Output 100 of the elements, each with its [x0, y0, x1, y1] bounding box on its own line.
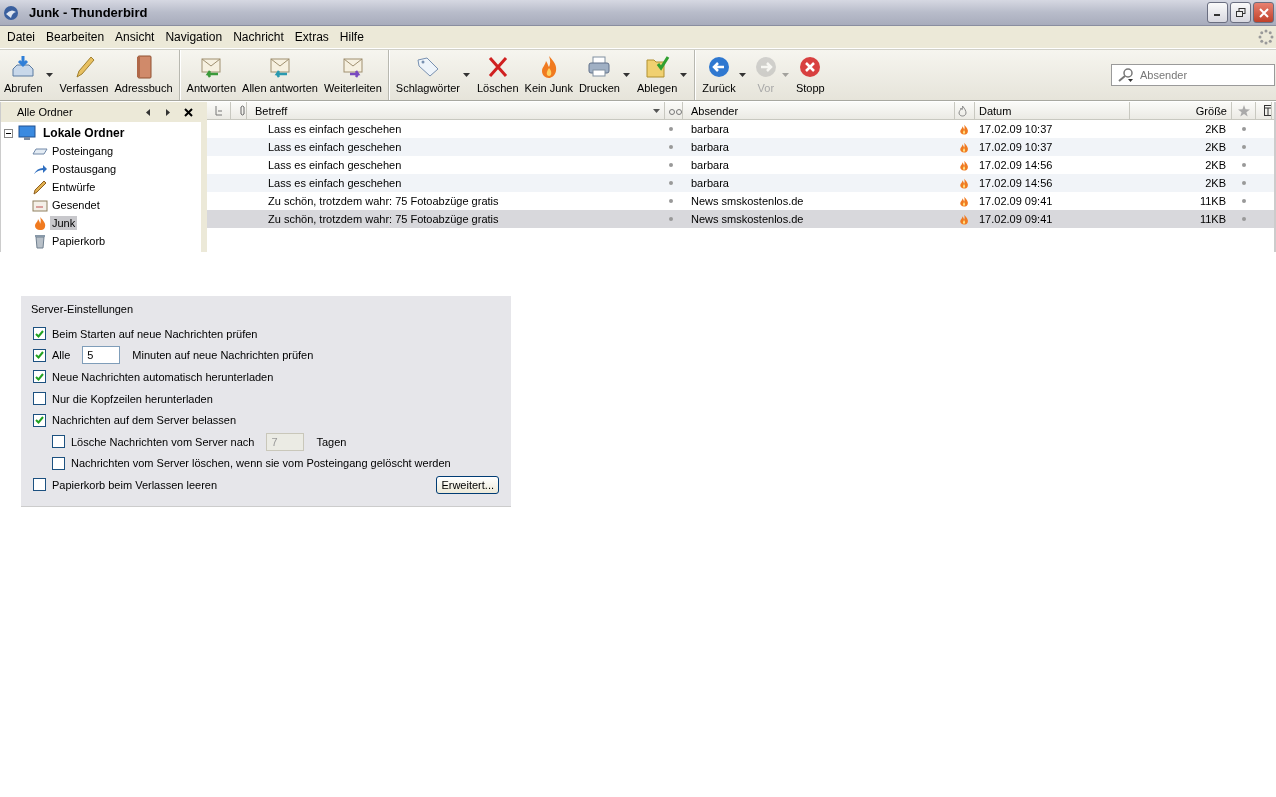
dropdown-arrow-icon[interactable] [622, 73, 630, 77]
star-dot-icon[interactable] [1242, 163, 1246, 167]
checkbox[interactable] [33, 348, 46, 362]
checkbox-label: Beim Starten auf neue Nachrichten prüfen [52, 327, 258, 340]
folder-item[interactable]: Entwürfe [50, 180, 98, 194]
restore-button[interactable] [1230, 2, 1251, 23]
sender-cell: News smskostenlos.de [691, 213, 804, 225]
folder-item[interactable]: Postausgang [50, 162, 119, 176]
read-dot-icon[interactable] [669, 217, 673, 221]
checkbox[interactable] [33, 413, 46, 427]
column-header[interactable]: Betreff [255, 104, 288, 117]
group-title: Server-Einstellungen [29, 303, 136, 315]
collapse-icon[interactable] [4, 128, 13, 138]
printer-icon [586, 55, 613, 79]
column-header[interactable]: Absender [691, 104, 739, 117]
sort-arrow-icon[interactable] [653, 108, 660, 113]
folder-item[interactable]: Posteingang [50, 144, 116, 158]
subject-cell: Zu schön, trotzdem wahr: 75 Fotoabzüge gratis [268, 195, 499, 207]
paperclip-icon[interactable] [239, 105, 246, 116]
toolbar-button[interactable]: Löschen [474, 50, 522, 100]
close-button[interactable] [1253, 2, 1274, 23]
sender-cell: barbara [691, 177, 729, 189]
read-dot-icon[interactable] [669, 181, 673, 185]
column-header[interactable]: Größe [1195, 104, 1227, 117]
toolbar-button[interactable]: Ablegen [633, 50, 681, 100]
dropdown-arrow-icon[interactable] [680, 73, 688, 77]
toolbar-button[interactable]: Antworten [183, 50, 240, 100]
toolbar-button[interactable]: Stopp [792, 50, 828, 100]
date-cell: 17.02.09 09:41 [979, 213, 1053, 225]
flame-icon[interactable] [958, 104, 967, 117]
menu-item[interactable]: Hilfe [335, 30, 371, 44]
minimize-button[interactable] [1207, 2, 1228, 23]
close-icon [1258, 7, 1269, 18]
date-cell: 17.02.09 14:56 [979, 159, 1053, 171]
checkbox-label: Neue Nachrichten automatisch herunterladen [52, 371, 274, 383]
sender-cell: barbara [691, 123, 729, 135]
dropdown-arrow-icon[interactable] [738, 73, 746, 77]
checkbox[interactable] [33, 327, 46, 341]
size-cell: 11KB [1199, 195, 1226, 207]
star-dot-icon[interactable] [1242, 199, 1246, 203]
menu-item[interactable]: Navigation [161, 30, 230, 44]
menu-item[interactable]: Ansicht [111, 30, 162, 44]
toolbar-button[interactable]: Weiterleiten [320, 50, 385, 100]
star-dot-icon[interactable] [1242, 217, 1246, 221]
message-row[interactable]: Lass es einfach geschehen barbara 17.02.09 10:37 2KB [207, 138, 1274, 156]
computer-icon [18, 125, 36, 141]
toolbar-button[interactable]: Adressbuch [111, 50, 176, 100]
checkbox[interactable] [33, 392, 46, 406]
subject-cell: Zu schön, trotzdem wahr: 75 Fotoabzüge gratis [268, 213, 499, 225]
menu-item[interactable]: Nachricht [229, 30, 291, 44]
thread-icon[interactable] [215, 105, 223, 116]
menu-item[interactable]: Bearbeiten [42, 30, 112, 44]
column-header[interactable]: Datum [979, 104, 1012, 117]
checkbox[interactable] [33, 478, 46, 492]
star-dot-icon[interactable] [1242, 181, 1246, 185]
toolbar-button[interactable]: Abrufen [1, 50, 46, 100]
glasses-icon[interactable] [669, 106, 682, 115]
number-field[interactable]: 5 [82, 346, 121, 365]
arrow-right-icon[interactable] [165, 108, 170, 116]
message-row[interactable]: Zu schön, trotzdem wahr: 75 Fotoabzüge gratis News smskostenlos.de 17.02.09 09:41 11KB [207, 192, 1274, 210]
arrow-left-icon[interactable] [146, 108, 151, 116]
read-dot-icon[interactable] [669, 163, 673, 167]
read-dot-icon[interactable] [669, 145, 673, 149]
envelope-icon [32, 197, 48, 213]
folder-item[interactable]: Papierkorb [50, 234, 108, 248]
dropdown-arrow-icon[interactable] [463, 73, 470, 77]
folder-item[interactable]: Junk [50, 216, 78, 230]
menu-item[interactable]: Extras [290, 30, 336, 44]
toolbar-button[interactable]: Kein Junk [521, 50, 576, 100]
close-icon[interactable] [184, 107, 193, 117]
star-dot-icon[interactable] [1242, 145, 1246, 149]
message-row[interactable]: Lass es einfach geschehen barbara 17.02.09 14:56 2KB [207, 174, 1274, 192]
checkbox[interactable] [33, 370, 46, 384]
toolbar-button[interactable]: Schlagwörter [392, 50, 463, 100]
message-row[interactable]: Lass es einfach geschehen barbara 17.02.09 10:37 2KB [207, 120, 1274, 138]
checkbox-label: Lösche Nachrichten vom Server nach [71, 435, 255, 448]
size-cell: 2KB [1205, 141, 1226, 153]
restore-icon [1235, 7, 1246, 18]
folder-item[interactable]: Gesendet [50, 198, 102, 212]
message-row[interactable]: Zu schön, trotzdem wahr: 75 Fotoabzüge gratis News smskostenlos.de 17.02.09 09:41 11KB [207, 210, 1274, 228]
menu-item[interactable]: Datei [3, 30, 42, 44]
folder-item[interactable]: Lokale Ordner [41, 125, 127, 141]
sender-cell: News smskostenlos.de [691, 195, 804, 207]
toolbar-button[interactable]: Verfassen [56, 50, 112, 100]
advanced-button[interactable]: Erweitert... [436, 475, 499, 494]
star-icon[interactable] [1237, 104, 1250, 117]
window-title: Junk - Thunderbird [29, 5, 149, 20]
read-dot-icon[interactable] [669, 199, 673, 203]
toolbar-button[interactable]: Zurück [699, 50, 739, 100]
field-unit: Minuten auf neue Nachrichten prüfen [132, 349, 314, 362]
search-field[interactable]: Absender [1111, 64, 1275, 86]
message-row[interactable]: Lass es einfach geschehen barbara 17.02.09 14:56 2KB [207, 156, 1274, 174]
dropdown-arrow-icon[interactable] [45, 73, 53, 77]
checkbox[interactable] [52, 456, 65, 470]
subject-cell: Lass es einfach geschehen [268, 123, 402, 135]
read-dot-icon[interactable] [669, 127, 673, 131]
column-picker-icon[interactable] [1264, 105, 1271, 116]
star-dot-icon[interactable] [1242, 127, 1246, 131]
toolbar-button[interactable]: Drucken [575, 50, 623, 100]
toolbar-button[interactable]: Allen antworten [239, 50, 321, 100]
